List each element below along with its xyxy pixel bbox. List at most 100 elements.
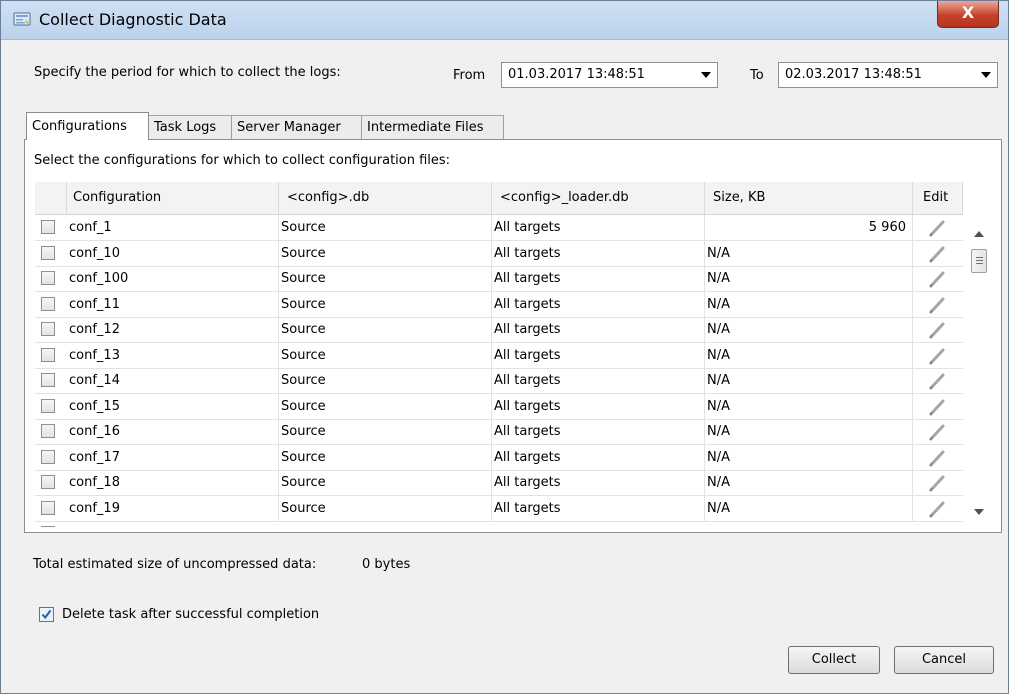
app-icon [13,11,31,27]
edit-pencil-icon[interactable] [927,499,947,519]
table-row[interactable]: conf_13 Source All targets N/A [35,342,963,369]
cell-config-db: Source [279,495,492,521]
row-checkbox[interactable] [41,373,55,387]
grid-header: Configuration <config>.db <config>_loade… [35,182,963,215]
table-row[interactable]: conf_12 Source All targets N/A [35,317,963,343]
table-row[interactable]: conf_19 Source All targets N/A [35,495,963,522]
total-size-label: Total estimated size of uncompressed dat… [33,557,317,572]
header-label: <config>_loader.db [500,190,629,205]
total-size-value: 0 bytes [362,557,411,572]
to-date-select[interactable]: 02.03.2017 13:48:51 [778,62,998,88]
cell-size: N/A [705,393,913,419]
cell-configuration: conf_18 [67,470,279,495]
title-bar[interactable]: Collect Diagnostic Data X [1,1,1008,40]
cell-config-db: Source [279,419,492,444]
table-row[interactable]: conf_18 Source All targets N/A [35,470,963,496]
header-size[interactable]: Size, KB [705,182,913,214]
from-date-select[interactable]: 01.03.2017 13:48:51 [501,62,718,88]
dialog-window: Collect Diagnostic Data X Specify the pe… [0,0,1009,694]
header-edit[interactable]: Edit [913,182,963,214]
edit-pencil-icon[interactable] [927,320,947,340]
cell-loader-db: All targets [492,240,705,266]
edit-pencil-icon[interactable] [927,346,947,366]
header-label: <config>.db [287,190,370,205]
delete-task-label[interactable]: Delete task after successful completion [62,607,319,622]
header-select [35,182,67,214]
edit-pencil-icon[interactable] [927,397,947,417]
vertical-scrollbar[interactable] [965,215,993,527]
tab-task-logs[interactable]: Task Logs [148,115,232,139]
table-row[interactable]: conf_10 Source All targets N/A [35,240,963,267]
table-row[interactable]: conf_100 Source All targets N/A [35,266,963,292]
row-checkbox[interactable] [41,475,55,489]
tab-label: Task Logs [154,120,217,135]
chevron-down-icon[interactable] [981,72,991,78]
cell-configuration: conf_15 [67,393,279,419]
scroll-up-icon[interactable] [974,231,984,237]
delete-task-checkbox[interactable] [39,607,54,622]
header-loader-db[interactable]: <config>_loader.db [492,182,705,214]
edit-pencil-icon[interactable] [927,244,947,264]
table-row[interactable]: conf_1 Source All targets 5 960 [35,215,963,241]
header-config-db[interactable]: <config>.db [279,182,492,214]
tab-server-manager[interactable]: Server Manager [231,115,362,139]
cell-loader-db: All targets [492,317,705,342]
collect-button[interactable]: Collect [788,646,880,674]
from-label: From [453,68,486,83]
edit-pencil-icon[interactable] [927,269,947,289]
edit-pencil-icon[interactable] [927,448,947,468]
edit-pencil-icon[interactable] [927,295,947,315]
table-row[interactable]: conf_17 Source All targets N/A [35,444,963,471]
cell-configuration: conf_14 [67,368,279,393]
row-checkbox[interactable] [41,322,55,336]
cell-size: N/A [705,444,913,470]
scroll-thumb[interactable] [971,249,987,273]
row-checkbox[interactable] [41,424,55,438]
row-checkbox[interactable] [41,296,55,311]
scroll-down-icon[interactable] [974,509,984,515]
tab-intermediate-files[interactable]: Intermediate Files [361,115,504,139]
collect-button-label: Collect [811,652,857,667]
header-label: Configuration [73,190,162,205]
row-checkbox[interactable] [41,347,55,362]
edit-pencil-icon[interactable] [927,473,947,493]
cell-config-db: Source [279,266,492,291]
row-checkbox[interactable] [41,526,55,527]
cell-loader-db: All targets [492,470,705,495]
cell-size: N/A [705,266,913,291]
window-title: Collect Diagnostic Data [39,10,227,29]
table-row[interactable]: conf_11 Source All targets N/A [35,291,963,318]
cell-config-db: Source [279,317,492,342]
cell-size: N/A [705,419,913,444]
cell-config-db: Source [279,393,492,419]
tab-label: Configurations [32,119,127,134]
row-checkbox[interactable] [41,220,55,234]
period-prompt: Specify the period for which to collect … [34,65,341,80]
cell-size: N/A [705,317,913,342]
edit-pencil-icon[interactable] [927,422,947,442]
checkmark-icon [41,609,52,620]
row-checkbox[interactable] [41,271,55,285]
cancel-button-label: Cancel [921,652,967,667]
close-button[interactable]: X [937,1,999,28]
table-row[interactable] [35,521,963,527]
row-checkbox[interactable] [41,500,55,515]
table-row[interactable]: conf_16 Source All targets N/A [35,419,963,445]
edit-pencil-icon[interactable] [927,371,947,391]
configurations-instruction: Select the configurations for which to c… [34,153,451,168]
row-checkbox[interactable] [41,245,55,260]
cell-size: N/A [705,342,913,368]
cell-loader-db: All targets [492,444,705,470]
edit-pencil-icon[interactable] [927,218,947,238]
row-checkbox[interactable] [41,398,55,413]
cancel-button[interactable]: Cancel [894,646,994,674]
chevron-down-icon[interactable] [701,72,711,78]
table-row[interactable]: conf_14 Source All targets N/A [35,368,963,394]
cell-size: 5 960 [705,215,913,240]
tab-configurations[interactable]: Configurations [26,112,149,140]
row-checkbox[interactable] [41,449,55,464]
header-configuration[interactable]: Configuration [67,182,279,214]
cell-loader-db: All targets [492,215,705,240]
table-row[interactable]: conf_15 Source All targets N/A [35,393,963,420]
configurations-grid[interactable]: conf_1 Source All targets 5 960 conf_10 Sourc… [35,215,963,527]
